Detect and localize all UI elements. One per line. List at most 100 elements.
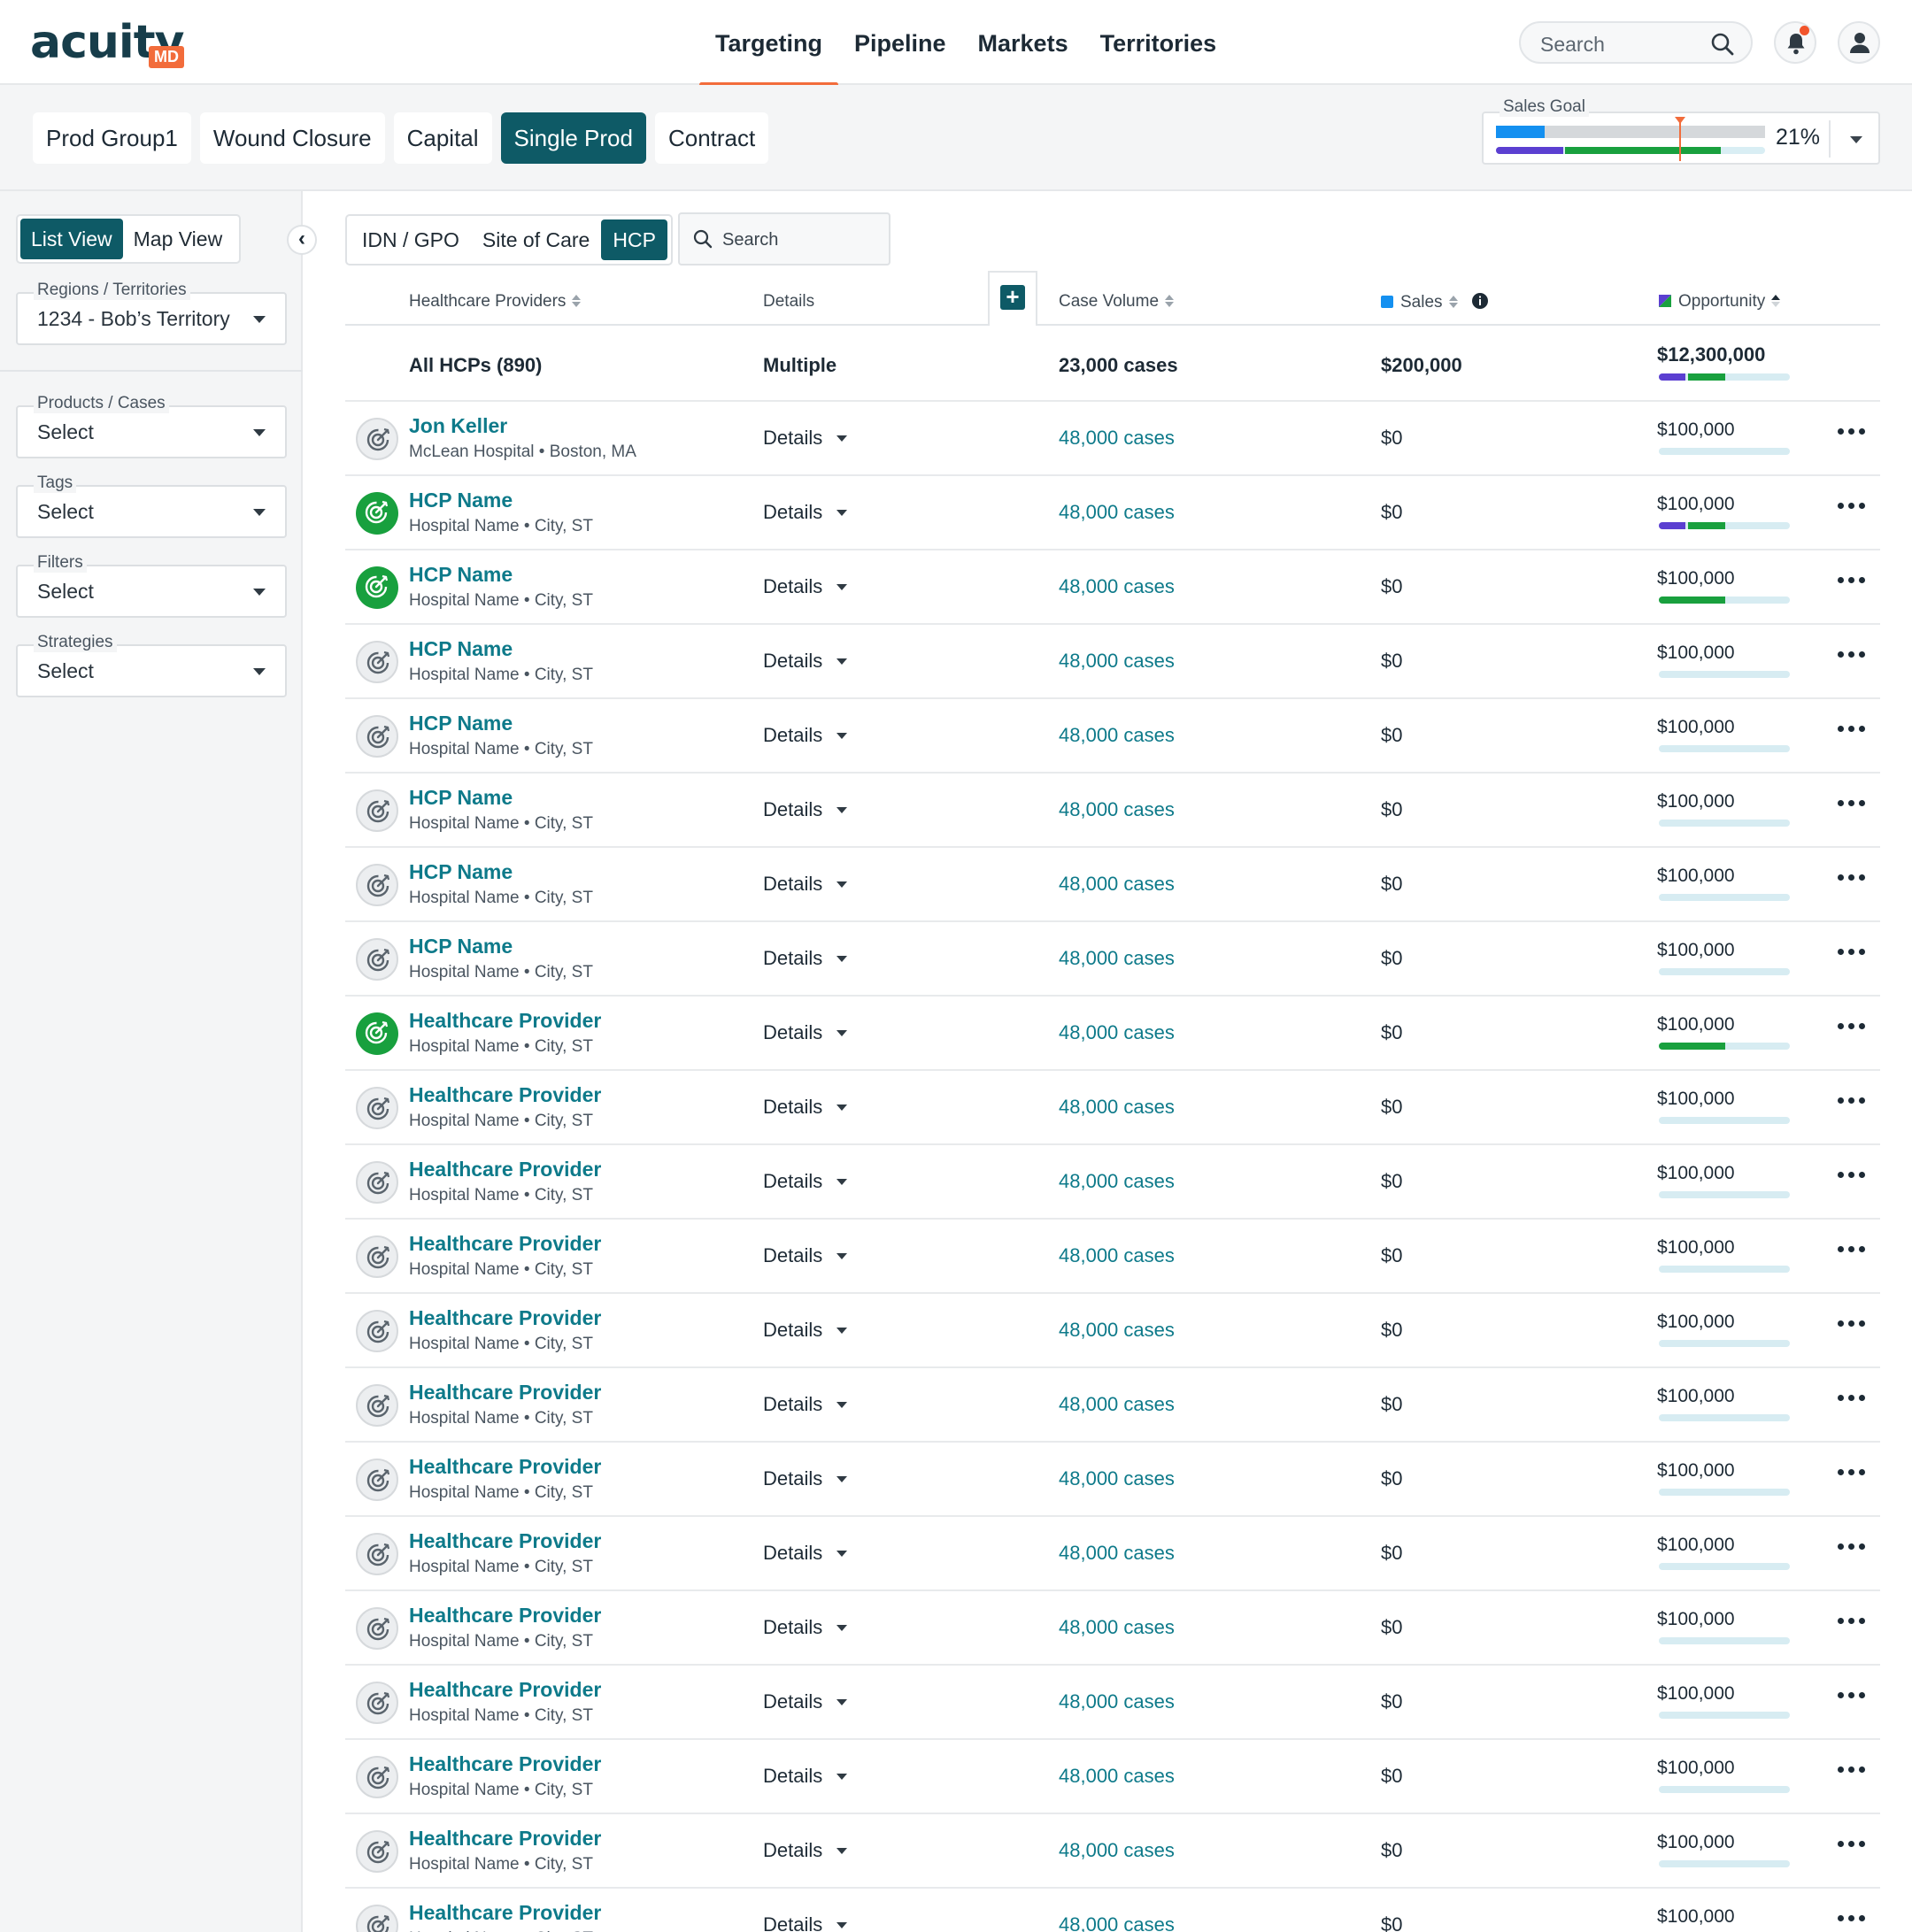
case-volume-link[interactable]: 48,000 cases [1059,1096,1175,1119]
nav-territories[interactable]: Territories [1084,0,1233,85]
details-dropdown[interactable]: Details [763,1021,848,1044]
more-actions-icon[interactable] [1838,428,1865,435]
case-volume-link[interactable]: 48,000 cases [1059,1170,1175,1193]
target-icon[interactable] [356,1682,398,1724]
chevron-down-icon[interactable] [1850,136,1862,143]
map-view-button[interactable]: Map View [123,219,234,259]
case-volume-link[interactable]: 48,000 cases [1059,575,1175,598]
details-dropdown[interactable]: Details [763,1839,848,1862]
target-icon[interactable] [356,1459,398,1501]
details-dropdown[interactable]: Details [763,1170,848,1193]
more-actions-icon[interactable] [1838,1097,1865,1104]
table-row[interactable]: HCP Name Hospital Name • City, ST Details 4… [345,625,1880,699]
hcp-name-link[interactable]: Healthcare Provider [409,1306,601,1330]
hcp-name-link[interactable]: HCP Name [409,489,513,512]
more-actions-icon[interactable] [1838,1618,1865,1624]
hcp-name-link[interactable]: Healthcare Provider [409,1232,601,1256]
more-actions-icon[interactable] [1838,1246,1865,1252]
table-row[interactable]: Healthcare Provider Hospital Name • City,… [345,1443,1880,1517]
hcp-name-link[interactable]: HCP Name [409,935,513,958]
global-search-input[interactable]: Search [1519,21,1753,64]
table-row[interactable]: HCP Name Hospital Name • City, ST Details 4… [345,550,1880,625]
sales-goal-widget[interactable]: Sales Goal 21% [1482,97,1880,165]
table-row[interactable]: HCP Name Hospital Name • City, ST Details 4… [345,922,1880,997]
table-row[interactable]: Healthcare Provider Hospital Name • City,… [345,1740,1880,1814]
col-case-volume[interactable]: Case Volume [1059,292,1175,312]
details-dropdown[interactable]: Details [763,1467,848,1490]
more-actions-icon[interactable] [1838,651,1865,658]
tab-idn-gpo[interactable]: IDN / GPO [351,219,471,260]
table-row[interactable]: Healthcare Provider Hospital Name • City,… [345,1368,1880,1443]
case-volume-link[interactable]: 48,000 cases [1059,1616,1175,1639]
hcp-name-link[interactable]: Jon Keller [409,414,507,438]
case-volume-link[interactable]: 48,000 cases [1059,1021,1175,1044]
table-row[interactable]: HCP Name Hospital Name • City, ST Details 4… [345,476,1880,550]
case-volume-link[interactable]: 48,000 cases [1059,1690,1175,1713]
table-row[interactable]: Healthcare Provider Hospital Name • City,… [345,1814,1880,1889]
target-icon[interactable] [356,864,398,906]
target-icon[interactable] [356,1384,398,1427]
table-row[interactable]: Healthcare Provider Hospital Name • City,… [345,1145,1880,1220]
target-icon[interactable] [356,1533,398,1575]
target-icon[interactable] [356,1087,398,1129]
hcp-name-link[interactable]: Healthcare Provider [409,1827,601,1851]
case-volume-link[interactable]: 48,000 cases [1059,1913,1175,1932]
case-volume-link[interactable]: 48,000 cases [1059,724,1175,747]
filters-select[interactable]: Filters Select [16,553,287,618]
details-dropdown[interactable]: Details [763,1690,848,1713]
table-row[interactable]: HCP Name Hospital Name • City, ST Details 4… [345,699,1880,774]
case-volume-link[interactable]: 48,000 cases [1059,1765,1175,1788]
more-actions-icon[interactable] [1838,1172,1865,1178]
hcp-name-link[interactable]: Healthcare Provider [409,1604,601,1628]
table-row[interactable]: Healthcare Provider Hospital Name • City,… [345,1517,1880,1591]
more-actions-icon[interactable] [1838,1023,1865,1029]
more-actions-icon[interactable] [1838,1915,1865,1921]
acuity-logo[interactable]: acuity MD [30,19,185,69]
details-dropdown[interactable]: Details [763,650,848,673]
target-icon[interactable] [356,641,398,683]
target-icon[interactable] [356,1161,398,1204]
details-dropdown[interactable]: Details [763,1616,848,1639]
more-actions-icon[interactable] [1838,800,1865,806]
collapse-sidebar-button[interactable]: ‹ [287,225,317,255]
target-icon[interactable] [356,1310,398,1352]
hcp-name-link[interactable]: HCP Name [409,563,513,587]
hcp-name-link[interactable]: Healthcare Provider [409,1009,601,1033]
target-icon[interactable] [356,1607,398,1650]
hcp-name-link[interactable]: Healthcare Provider [409,1529,601,1553]
table-row[interactable]: HCP Name Hospital Name • City, ST Details 4… [345,848,1880,922]
tab-capital[interactable]: Capital [393,112,492,164]
case-volume-link[interactable]: 48,000 cases [1059,501,1175,524]
add-column-button[interactable]: + [1000,285,1025,310]
table-search-input[interactable]: Search [678,212,890,266]
more-actions-icon[interactable] [1838,874,1865,881]
info-icon[interactable] [1471,292,1489,310]
more-actions-icon[interactable] [1838,1692,1865,1698]
case-volume-link[interactable]: 48,000 cases [1059,1319,1175,1342]
hcp-name-link[interactable]: Healthcare Provider [409,1901,601,1925]
case-volume-link[interactable]: 48,000 cases [1059,947,1175,970]
target-icon[interactable] [356,1756,398,1798]
more-actions-icon[interactable] [1838,1767,1865,1773]
nav-targeting[interactable]: Targeting [699,0,838,87]
details-dropdown[interactable]: Details [763,1096,848,1119]
details-dropdown[interactable]: Details [763,1319,848,1342]
hcp-name-link[interactable]: HCP Name [409,860,513,884]
more-actions-icon[interactable] [1838,1841,1865,1847]
tab-hcp[interactable]: HCP [601,219,667,260]
hcp-name-link[interactable]: HCP Name [409,712,513,735]
hcp-name-link[interactable]: Healthcare Provider [409,1083,601,1107]
details-dropdown[interactable]: Details [763,1913,848,1932]
tags-select[interactable]: Tags Select [16,473,287,538]
details-dropdown[interactable]: Details [763,1244,848,1267]
nav-markets[interactable]: Markets [962,0,1084,85]
table-row[interactable]: Healthcare Provider Hospital Name • City,… [345,1071,1880,1145]
target-icon[interactable] [356,418,398,460]
strategies-select[interactable]: Strategies Select [16,633,287,697]
table-row[interactable]: HCP Name Hospital Name • City, ST Details 4… [345,774,1880,848]
tab-prod-group1[interactable]: Prod Group1 [33,112,191,164]
details-dropdown[interactable]: Details [763,947,848,970]
more-actions-icon[interactable] [1838,1469,1865,1475]
case-volume-link[interactable]: 48,000 cases [1059,1542,1175,1565]
case-volume-link[interactable]: 48,000 cases [1059,1839,1175,1862]
